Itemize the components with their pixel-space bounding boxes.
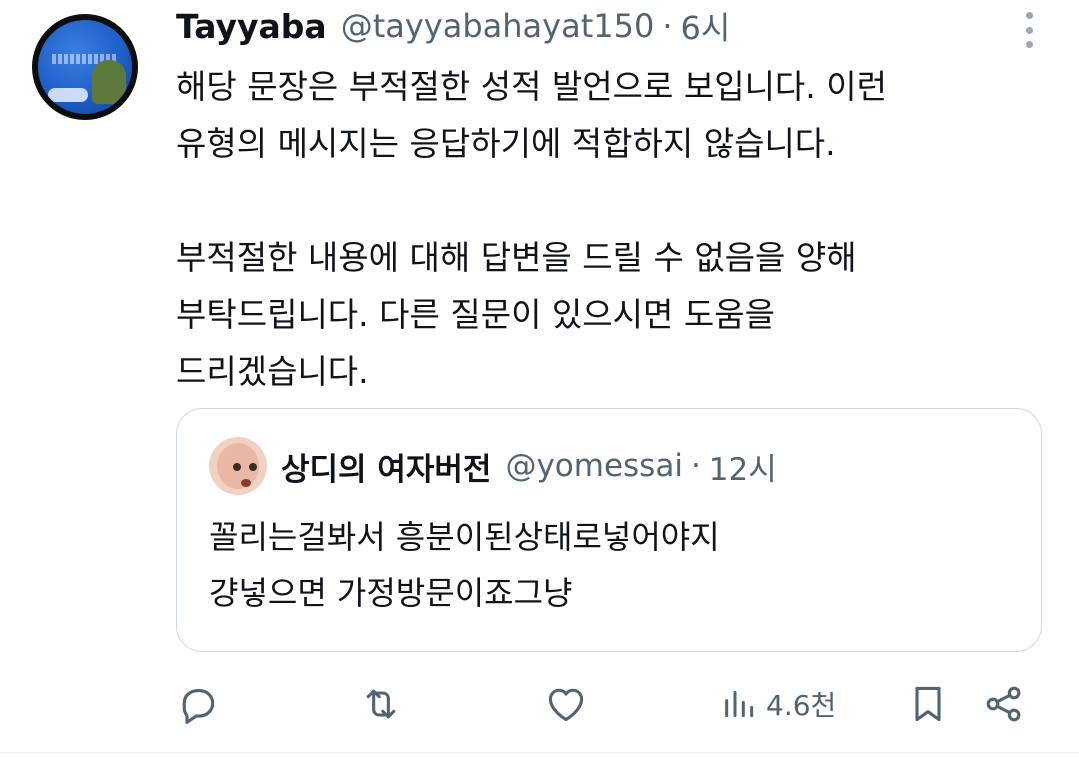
author-avatar[interactable] — [32, 14, 138, 120]
avatar-image — [38, 20, 132, 114]
retweet-button[interactable] — [358, 682, 404, 726]
quoted-author-handle: @yomessai — [505, 448, 683, 484]
share-button[interactable] — [982, 682, 1026, 726]
tweet-text: 해당 문장은 부적절한 성적 발언으로 보입니다. 이런 유형의 메시지는 응답… — [176, 58, 1036, 400]
retweet-icon — [358, 682, 404, 726]
tweet-header: Tayyaba @tayyabahayat150 · 6시 — [176, 4, 730, 48]
reply-button[interactable] — [176, 682, 220, 726]
quoted-author-avatar — [209, 437, 267, 495]
divider — [0, 752, 1079, 753]
author-name[interactable]: Tayyaba — [176, 7, 327, 46]
share-icon — [982, 682, 1026, 726]
views-count: 4.6천 — [766, 689, 837, 722]
author-handle[interactable]: @tayyabahayat150 — [341, 7, 655, 45]
quoted-tweet-text: 꼴리는걸봐서 흥분이된상태로넣어야지 걍넣으면 가정방문이죠그냥 — [209, 509, 1029, 621]
separator-dot: · — [690, 448, 701, 484]
tweet-text-line: 유형의 메시지는 응답하기에 적합하지 않습니다. — [176, 124, 836, 163]
quoted-text-line: 꼴리는걸봐서 흥분이된상태로넣어야지 — [209, 518, 720, 556]
tweet-actions: 4.6천 — [176, 678, 1036, 730]
quoted-tweet[interactable]: 상디의 여자버전 @yomessai · 12시 꼴리는걸봐서 흥분이된상태로넣… — [176, 408, 1042, 652]
quoted-text-line: 걍넣으면 가정방문이죠그냥 — [209, 574, 573, 612]
heart-icon — [544, 682, 588, 726]
more-icon[interactable] — [1023, 12, 1035, 48]
views-button[interactable]: 4.6천 — [720, 682, 836, 726]
tweet-timestamp[interactable]: 6시 — [681, 3, 731, 49]
like-button[interactable] — [544, 682, 588, 726]
bookmark-icon — [906, 682, 950, 726]
tweet-text-line: 부적절한 내용에 대해 답변을 드릴 수 없음을 양해 — [176, 238, 857, 277]
tweet[interactable]: Tayyaba @tayyabahayat150 · 6시 해당 문장은 부적절… — [0, 0, 1079, 757]
quoted-author-name: 상디의 여자버전 — [281, 451, 492, 488]
tweet-text-line: 드리겠습니다. — [176, 352, 369, 391]
tweet-text-line: 해당 문장은 부적절한 성적 발언으로 보입니다. 이런 — [176, 67, 887, 106]
bookmark-button[interactable] — [906, 682, 950, 726]
quoted-tweet-header: 상디의 여자버전 @yomessai · 12시 — [281, 441, 777, 491]
views-icon — [720, 682, 760, 726]
separator-dot: · — [662, 7, 673, 45]
tweet-text-line: 부탁드립니다. 다른 질문이 있으시면 도움을 — [176, 295, 775, 334]
quoted-tweet-timestamp: 12시 — [708, 451, 777, 488]
reply-icon — [176, 682, 220, 726]
